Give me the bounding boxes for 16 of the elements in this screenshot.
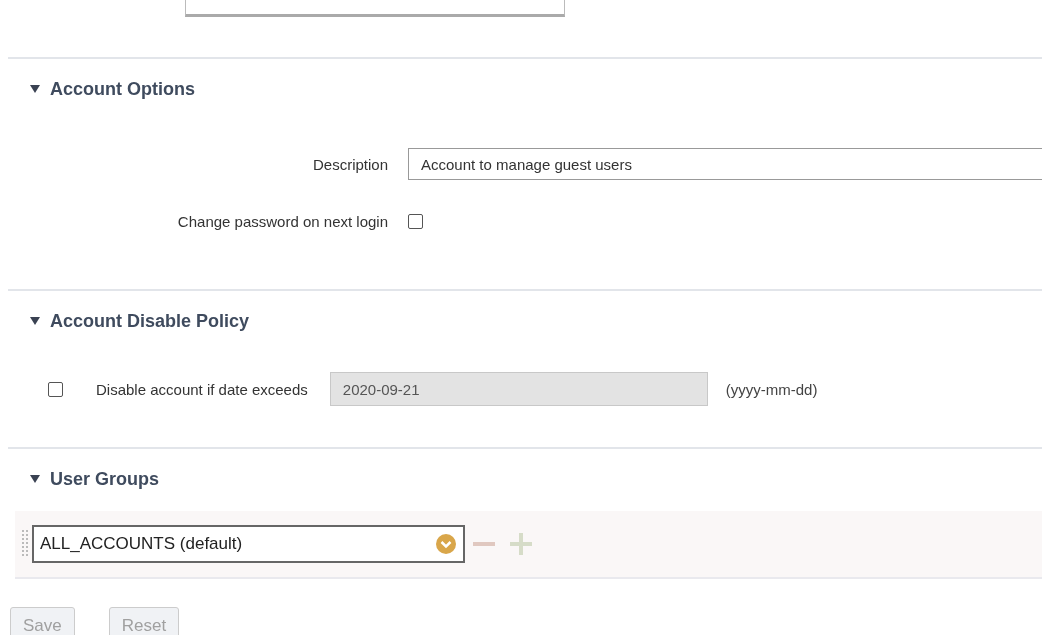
- drag-handle-icon[interactable]: [22, 530, 28, 558]
- field-label: Disable account if date exceeds: [96, 380, 308, 398]
- field-label: Description: [311, 155, 388, 173]
- caret-icon[interactable]: [30, 317, 40, 325]
- format-hint: (yyyy-mm-dd): [725, 380, 818, 398]
- text-field[interactable]: [185, 0, 565, 17]
- section-title: Account Options: [50, 78, 195, 100]
- description-field[interactable]: Account to manage guest users: [408, 148, 1042, 180]
- caret-icon[interactable]: [30, 85, 40, 93]
- group-select[interactable]: ALL_ACCOUNTS (default): [32, 525, 465, 563]
- caret-icon[interactable]: [30, 475, 40, 483]
- section-title: Account Disable Policy: [50, 310, 250, 332]
- field-label: Change password on next login: [176, 212, 388, 230]
- checkbox[interactable]: [408, 213, 423, 229]
- chevron-down-icon: [435, 533, 457, 555]
- section-title: User Groups: [50, 468, 160, 490]
